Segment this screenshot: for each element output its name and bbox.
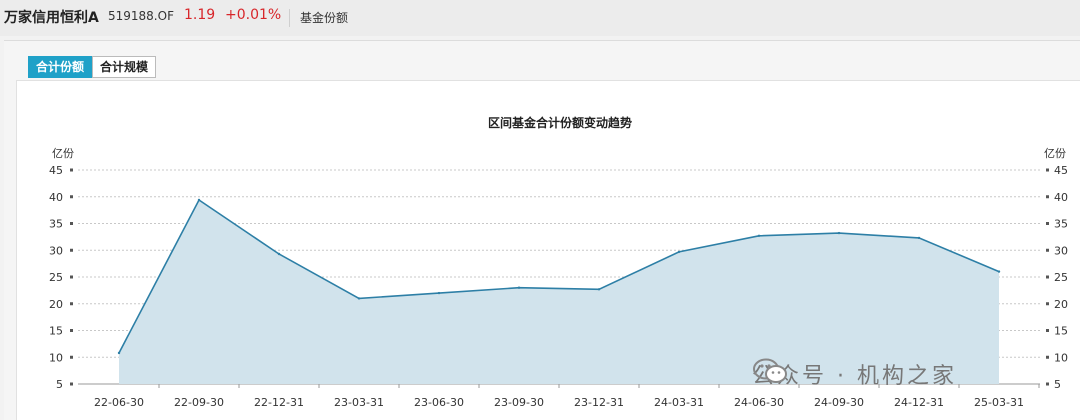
data-point xyxy=(517,286,521,289)
y-tick-label-left: 45 xyxy=(49,164,63,177)
x-tick-label: 23-03-31 xyxy=(334,396,384,409)
y-tick-mark-right xyxy=(1046,382,1049,386)
data-point xyxy=(597,288,601,291)
y-tick-label-right: 45 xyxy=(1054,164,1068,177)
y-tick-mark-left xyxy=(70,329,73,332)
y-tick-label-right: 40 xyxy=(1054,191,1068,204)
y-tick-mark-left xyxy=(70,355,73,359)
data-point xyxy=(277,252,281,256)
y-tick-mark-left xyxy=(70,195,73,199)
wechat-icon xyxy=(753,358,787,383)
y-tick-mark-right xyxy=(1046,248,1049,252)
y-axis-label-left: 亿份 xyxy=(52,147,74,160)
data-point xyxy=(357,297,361,300)
y-tick-mark-left xyxy=(70,275,73,279)
y-tick-label-left: 20 xyxy=(49,298,63,311)
y-tick-label-right: 25 xyxy=(1054,271,1068,284)
watermark: 公众号 · 机构之家 xyxy=(752,358,957,390)
data-point xyxy=(437,291,441,295)
data-point xyxy=(117,351,121,355)
y-tick-mark-right xyxy=(1046,195,1049,199)
y-tick-mark-right xyxy=(1046,355,1049,359)
series-area xyxy=(119,200,999,384)
data-point xyxy=(197,198,201,202)
chart-title: 区间基金合计份额变动趋势 xyxy=(488,115,632,130)
y-tick-label-left: 10 xyxy=(49,351,63,364)
share-trend-chart: 区间基金合计份额变动趋势亿份 亿份 5 5 10 10 15 15 20 20 25 25 30 30 35… xyxy=(49,115,1068,409)
data-point xyxy=(677,250,681,254)
y-tick-label-left: 15 xyxy=(49,325,63,338)
y-axis-label-right: 亿份 xyxy=(1044,147,1066,160)
x-tick-label: 24-03-31 xyxy=(654,396,704,409)
x-tick-label: 25-03-31 xyxy=(974,396,1024,409)
x-tick-label: 23-09-30 xyxy=(494,396,544,409)
data-point xyxy=(997,270,1001,273)
y-tick-label-left: 40 xyxy=(49,191,63,204)
y-tick-mark-left xyxy=(70,168,73,172)
x-tick-label: 24-09-30 xyxy=(814,396,864,409)
x-tick-label: 23-06-30 xyxy=(414,396,464,409)
y-tick-mark-right xyxy=(1046,168,1049,172)
y-tick-mark-right xyxy=(1046,329,1049,332)
y-tick-label-left: 5 xyxy=(56,378,63,391)
y-tick-label-right: 5 xyxy=(1054,378,1061,391)
x-tick-label: 22-12-31 xyxy=(254,396,304,409)
y-tick-mark-left xyxy=(70,302,73,306)
y-tick-label-right: 10 xyxy=(1054,351,1068,364)
y-tick-label-left: 25 xyxy=(49,271,63,284)
y-tick-label-right: 15 xyxy=(1054,325,1068,338)
y-tick-label-right: 20 xyxy=(1054,298,1068,311)
x-tick-label: 24-06-30 xyxy=(734,396,784,409)
y-tick-label-right: 35 xyxy=(1054,218,1068,231)
x-tick-label: 22-09-30 xyxy=(174,396,224,409)
data-point xyxy=(837,231,841,235)
x-tick-label: 24-12-31 xyxy=(894,396,944,409)
y-tick-mark-left xyxy=(70,248,73,252)
y-tick-mark-right xyxy=(1046,275,1049,279)
x-tick-label: 22-06-30 xyxy=(94,396,144,409)
data-point xyxy=(917,236,921,240)
y-tick-mark-right xyxy=(1046,222,1049,225)
y-tick-mark-right xyxy=(1046,302,1049,306)
y-tick-mark-left xyxy=(70,382,73,386)
data-point xyxy=(757,234,761,237)
y-tick-label-left: 35 xyxy=(49,218,63,231)
y-tick-label-left: 30 xyxy=(49,244,63,257)
y-tick-label-right: 30 xyxy=(1054,244,1068,257)
y-tick-mark-left xyxy=(70,222,73,225)
x-tick-label: 23-12-31 xyxy=(574,396,624,409)
